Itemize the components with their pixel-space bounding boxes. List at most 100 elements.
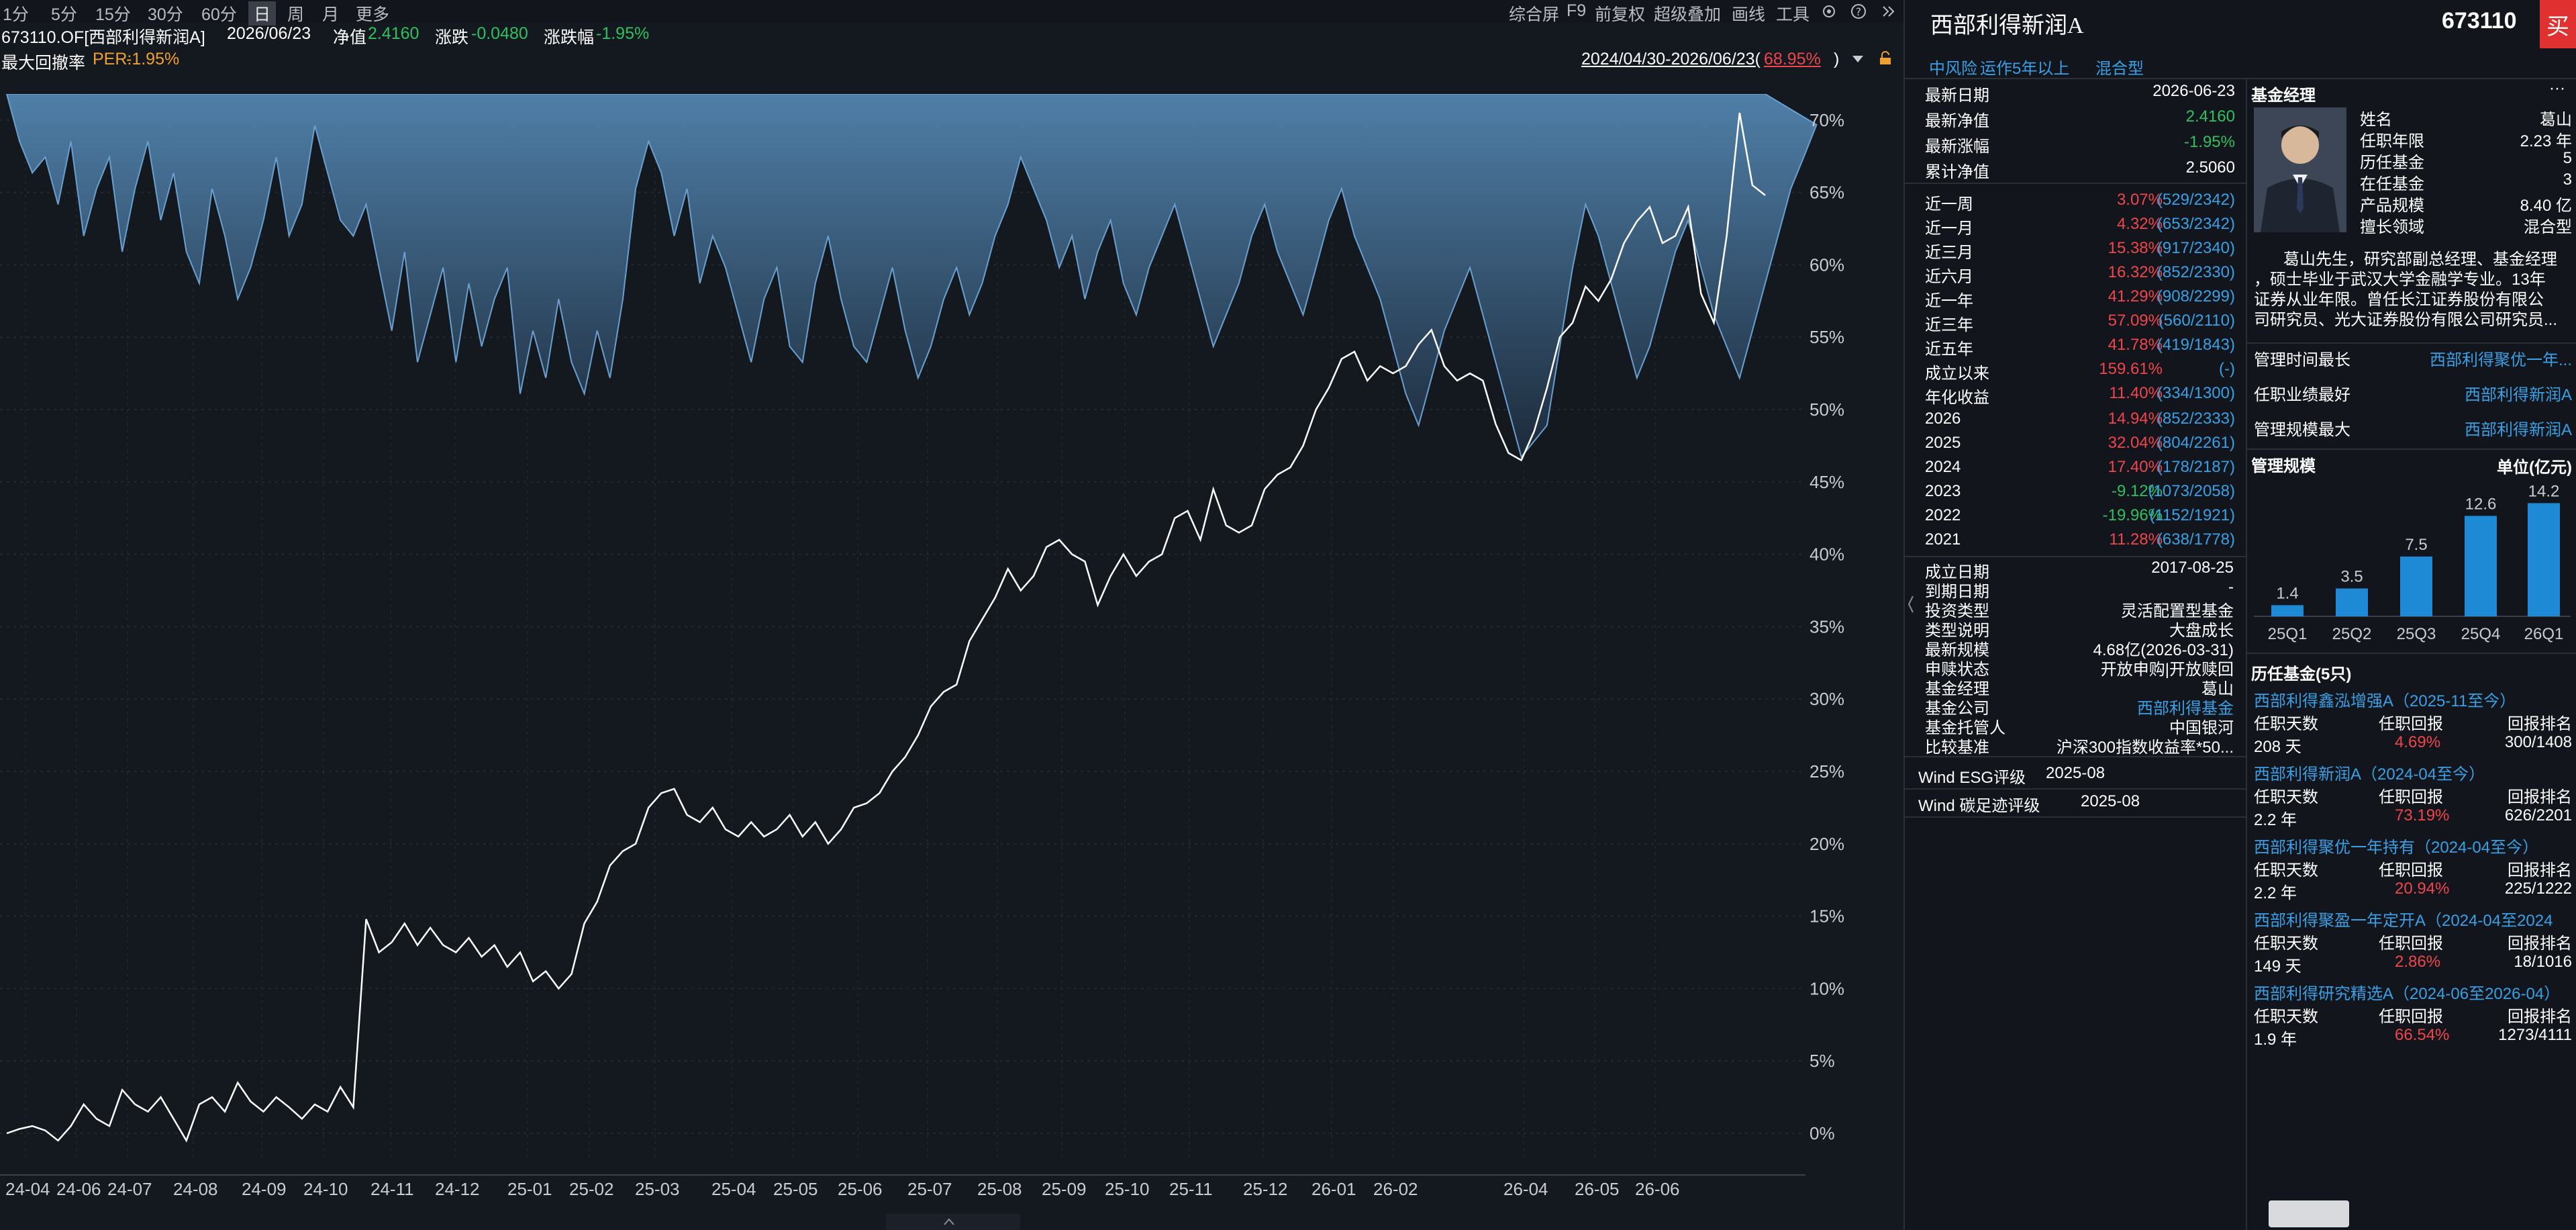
history-days: 208 天 (2254, 738, 2301, 756)
manager-field-value: 2.23 年 (2520, 132, 2572, 150)
manager-more-button[interactable]: ··· (2549, 79, 2565, 98)
help-icon[interactable]: ? (1850, 3, 1867, 20)
return-rank: (653/2342) (2157, 215, 2235, 233)
x-tick-label: 24-04 (5, 1179, 50, 1199)
period-30min[interactable]: 30分 (148, 1, 183, 26)
scale-category-label: 25Q2 (2332, 625, 2372, 643)
manager-best-value[interactable]: 西部利得新润A (2465, 416, 2572, 440)
scale-value-label: 7.5 (2405, 536, 2427, 554)
basic-value: 沪深300指数收益率*50... (2056, 739, 2234, 757)
period-15min[interactable]: 15分 (95, 1, 131, 26)
history-fund-name[interactable]: 西部利得聚优一年持有（2024-04至今） (2254, 834, 2538, 857)
range-pct[interactable]: 68.95% (1764, 50, 1821, 69)
nav-label: 净值 (333, 28, 367, 47)
x-tick-label: 26-04 (1503, 1179, 1548, 1199)
history-fund-name[interactable]: 西部利得新润A（2024-04至今） (2254, 761, 2485, 784)
drawdown-series-area (5, 94, 1818, 459)
history-return: 2.86% (2395, 953, 2441, 971)
manager-field-label: 任职年限 (2360, 132, 2424, 150)
settings-icon[interactable] (1820, 3, 1838, 20)
rating-label: Wind ESG评级 (1918, 769, 2026, 787)
period-toolbar: 1分 5分 15分 30分 60分 日 周 月 更多 综合屏 F9 前复权 超级… (0, 0, 1903, 26)
period-day[interactable]: 日 (248, 1, 277, 26)
scale-bar (2336, 588, 2368, 616)
manager-photo (2254, 107, 2346, 232)
scale-value-label: 1.4 (2276, 584, 2298, 602)
composite-screen-button[interactable]: 综合屏 (1509, 1, 1559, 26)
scale-bar-chart: 1.4 25Q1 3.5 25Q2 7.5 25Q3 12.6 25Q4 14.2 26Q1 (2254, 482, 2571, 643)
x-tick-label: 25-06 (838, 1179, 883, 1199)
history-header: 任职天数 (2254, 861, 2318, 880)
svg-text:?: ? (1856, 5, 1862, 18)
return-value: 41.78% (2108, 336, 2163, 354)
draw-line-button[interactable]: 画线 (1732, 1, 1765, 26)
scrollbar-thumb[interactable] (2269, 1200, 2349, 1227)
x-tick-label: 25-08 (977, 1179, 1022, 1199)
history-header: 回报排名 (2508, 788, 2572, 806)
f9-button[interactable]: F9 (1567, 1, 1586, 21)
manager-field-label: 姓名 (2360, 111, 2392, 129)
period-week[interactable]: 周 (287, 1, 304, 26)
lock-icon[interactable] (1878, 51, 1893, 66)
manager-best-value[interactable]: 西部利得聚优一年... (2430, 346, 2572, 370)
panel-toggle-icon[interactable] (1906, 591, 1916, 618)
x-tick-label: 26-05 (1575, 1179, 1620, 1199)
manager-best-label: 管理规模最大 (2254, 421, 2350, 439)
period-60min[interactable]: 60分 (201, 1, 237, 26)
history-header: 任职回报 (2379, 861, 2443, 880)
return-label: 近一周 (1925, 195, 1973, 214)
y-tick-label: 60% (1810, 254, 1844, 275)
history-days: 2.2 年 (2254, 811, 2297, 829)
dropdown-arrow-icon[interactable] (1851, 52, 1865, 66)
history-fund-name[interactable]: 西部利得研究精选A（2024-06至2026-04） (2254, 980, 2560, 1004)
history-fund-name[interactable]: 西部利得聚盈一年定开A（2024-04至2024 (2254, 907, 2553, 931)
collapse-panel-icon[interactable] (1879, 3, 1897, 20)
tag-risk[interactable]: 中风险 (1929, 55, 1977, 79)
range-close: ) (1834, 50, 1840, 68)
history-header: 回报排名 (2508, 935, 2572, 953)
history-header: 任职天数 (2254, 1008, 2318, 1026)
manager-field-label: 历任基金 (2360, 154, 2424, 172)
scale-bar (2400, 556, 2432, 616)
tools-button[interactable]: 工具 (1776, 1, 1810, 26)
period-more[interactable]: 更多 (356, 1, 389, 26)
return-label: 近六月 (1925, 268, 1973, 286)
per-value: -1.95% (126, 50, 180, 68)
return-value: 57.09% (2108, 312, 2163, 330)
buy-button[interactable]: 买 (2540, 0, 2576, 48)
period-month[interactable]: 月 (322, 1, 339, 26)
return-value: 4.32% (2116, 215, 2163, 233)
pre-adjust-button[interactable]: 前复权 (1595, 1, 1645, 26)
manager-best-value[interactable]: 西部利得新润A (2465, 381, 2572, 405)
manager-field-value: 8.40 亿 (2520, 197, 2572, 215)
x-tick-label: 24-12 (435, 1179, 480, 1199)
x-tick-label: 25-03 (635, 1179, 680, 1199)
x-axis: 24-04 24-06 24-07 24-08 24-09 24-10 24-11 24-12… (0, 1174, 1805, 1199)
chevron-up-icon[interactable] (942, 1217, 956, 1227)
history-return: 4.69% (2395, 733, 2441, 751)
return-value: 16.32% (2108, 263, 2163, 281)
history-days: 149 天 (2254, 957, 2301, 976)
yearly-rank: (1073/2058) (2148, 482, 2235, 500)
manager-bio-line: 司研究员、光大证券股份有限公司研究员... (2254, 311, 2558, 329)
x-tick-label: 25-07 (907, 1179, 952, 1199)
history-fund-name[interactable]: 西部利得鑫泓增强A（2025-11至今） (2254, 688, 2516, 711)
y-tick-label: 30% (1810, 689, 1844, 709)
period-1min[interactable]: 1分 (3, 1, 29, 26)
history-header: 回报排名 (2508, 861, 2572, 880)
y-tick-label: 45% (1810, 472, 1844, 492)
return-value: 159.61% (2099, 360, 2163, 378)
range-text[interactable]: 2024/04/30-2026/06/23( (1581, 50, 1761, 69)
yearly-label: 2024 (1925, 458, 1961, 476)
tag-duration[interactable]: 运作5年以上 (1980, 55, 2069, 79)
super-overlay-button[interactable]: 超级叠加 (1654, 1, 1721, 26)
period-5min[interactable]: 5分 (51, 1, 77, 26)
tag-type[interactable]: 混合型 (2095, 55, 2144, 79)
change-value: -0.0480 (471, 24, 528, 43)
manager-section-title: 基金经理 (2251, 87, 2316, 105)
nav-drawdown-chart[interactable]: 70% 65% 60% 55% 50% 45% 40% 35% 30% 25% 20% 15% 10% 5… (0, 94, 1903, 1230)
y-tick-label: 55% (1810, 327, 1844, 347)
y-tick-label: 15% (1810, 906, 1844, 927)
x-tick-label: 25-04 (711, 1179, 756, 1199)
return-rank: (852/2330) (2157, 263, 2235, 281)
